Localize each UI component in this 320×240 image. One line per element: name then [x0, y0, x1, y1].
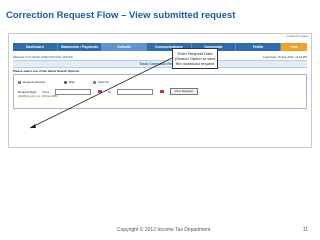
callout-arrow-icon — [29, 57, 173, 129]
callout-box: Enter Request Date (Search Option to vie… — [172, 48, 218, 69]
footer-copyright: Copyright © 2012 Income Tax Department — [117, 227, 211, 233]
page-number: 11 — [302, 227, 308, 233]
